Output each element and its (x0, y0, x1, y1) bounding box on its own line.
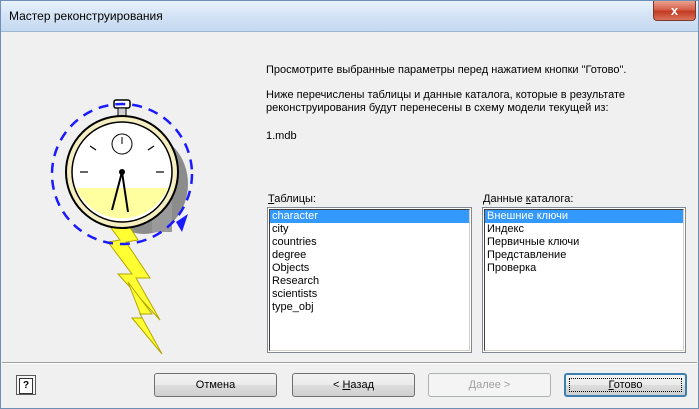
catalog-list-item[interactable]: Первичные ключи (485, 236, 683, 249)
catalog-list-item[interactable]: Индекс (485, 223, 683, 236)
table-list-item[interactable]: type_obj (270, 301, 469, 314)
help-icon: ? (19, 378, 33, 394)
back-button-label: < Назад (332, 379, 374, 391)
cancel-button-label: Отмена (195, 379, 236, 391)
cancel-button[interactable]: Отмена (154, 373, 277, 397)
stopwatch-lightning-icon (32, 92, 212, 362)
table-list-item[interactable]: Research (270, 275, 469, 288)
catalog-label: Данные каталога: (483, 193, 574, 205)
wizard-content: Просмотрите выбранные параметры перед на… (2, 32, 697, 362)
catalog-list-item[interactable]: Проверка (485, 262, 683, 275)
finish-button-label: Готово (608, 379, 643, 391)
button-bar: ? Отмена < Назад Далее > Готово (2, 364, 697, 407)
tables-listbox[interactable]: character city countries degree Objects Resea… (267, 207, 472, 353)
help-button[interactable]: ? (16, 375, 36, 395)
title-bar[interactable]: Мастер реконструирования x (1, 1, 698, 32)
intro-text-3: реконструирования будут перенесены в схе… (266, 102, 609, 114)
catalog-listbox[interactable]: Внешние ключи Индекс Первичные ключи Предст… (482, 207, 686, 353)
catalog-list-item[interactable]: Представление (485, 249, 683, 262)
tables-label: Таблицы: (268, 193, 316, 205)
catalog-list: Внешние ключи Индекс Первичные ключи Предст… (484, 209, 684, 351)
close-icon: x (670, 3, 679, 18)
next-button[interactable]: Далее > (428, 373, 551, 397)
table-list-item[interactable]: degree (270, 249, 469, 262)
tables-list: character city countries degree Objects Resea… (269, 209, 470, 351)
table-list-item[interactable]: Objects (270, 262, 469, 275)
catalog-list-item[interactable]: Внешние ключи (485, 210, 683, 223)
table-list-item[interactable]: city (270, 223, 469, 236)
table-list-item[interactable]: character (270, 210, 469, 223)
table-list-item[interactable]: scientists (270, 288, 469, 301)
source-file-name: 1.mdb (266, 130, 297, 142)
window-title: Мастер реконструирования (9, 9, 163, 23)
intro-text-2: Ниже перечислены таблицы и данные катало… (266, 89, 625, 101)
back-button[interactable]: < Назад (292, 373, 415, 397)
next-button-label: Далее > (468, 379, 511, 391)
close-button[interactable]: x (653, 1, 696, 21)
finish-button[interactable]: Готово (564, 373, 687, 397)
intro-text: Просмотрите выбранные параметры перед на… (266, 64, 627, 76)
wizard-window: Мастер реконструирования x Просмотрите в… (0, 0, 699, 409)
table-list-item[interactable]: countries (270, 236, 469, 249)
